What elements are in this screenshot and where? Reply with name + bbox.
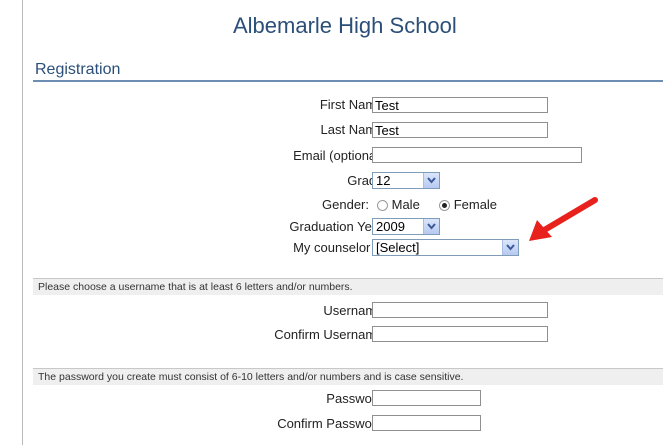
password-input[interactable] — [372, 390, 481, 406]
confirm-password-label: Confirm Password: — [277, 416, 387, 431]
confirm-username-input[interactable] — [372, 326, 548, 342]
section-title: Registration — [35, 61, 121, 78]
chevron-down-icon[interactable] — [502, 240, 518, 255]
first-name-input[interactable] — [372, 97, 548, 113]
chevron-down-icon[interactable] — [423, 173, 439, 188]
password-instruction-band: The password you create must consist of … — [33, 368, 663, 385]
chevron-down-icon[interactable] — [423, 219, 439, 234]
email-input[interactable] — [372, 147, 582, 163]
gender-female-label: Female — [453, 197, 498, 212]
counselor-value: [Select] — [376, 240, 420, 255]
username-instruction-band: Please choose a username that is at leas… — [33, 278, 663, 295]
username-input[interactable] — [372, 302, 548, 318]
graduation-year-value: 2009 — [376, 219, 405, 234]
confirm-username-label: Confirm Username: — [274, 327, 387, 342]
gender-label: Gender: — [322, 197, 369, 212]
red-arrow-annotation — [529, 197, 598, 241]
last-name-input[interactable] — [372, 122, 548, 138]
confirm-password-input[interactable] — [372, 415, 481, 431]
school-name-title: Albemarle High School — [233, 13, 457, 38]
counselor-select[interactable]: [Select] — [372, 239, 519, 256]
graduation-year-select[interactable]: 2009 — [372, 218, 440, 235]
grade-select[interactable]: 12 — [372, 172, 440, 189]
gender-female-radio[interactable] — [439, 200, 451, 212]
section-divider — [33, 80, 663, 82]
registration-page: Albemarle High School Registration First… — [22, 0, 663, 445]
grade-value: 12 — [376, 173, 391, 188]
gender-male-label: Male — [391, 197, 420, 212]
gender-male-radio[interactable] — [377, 200, 388, 212]
